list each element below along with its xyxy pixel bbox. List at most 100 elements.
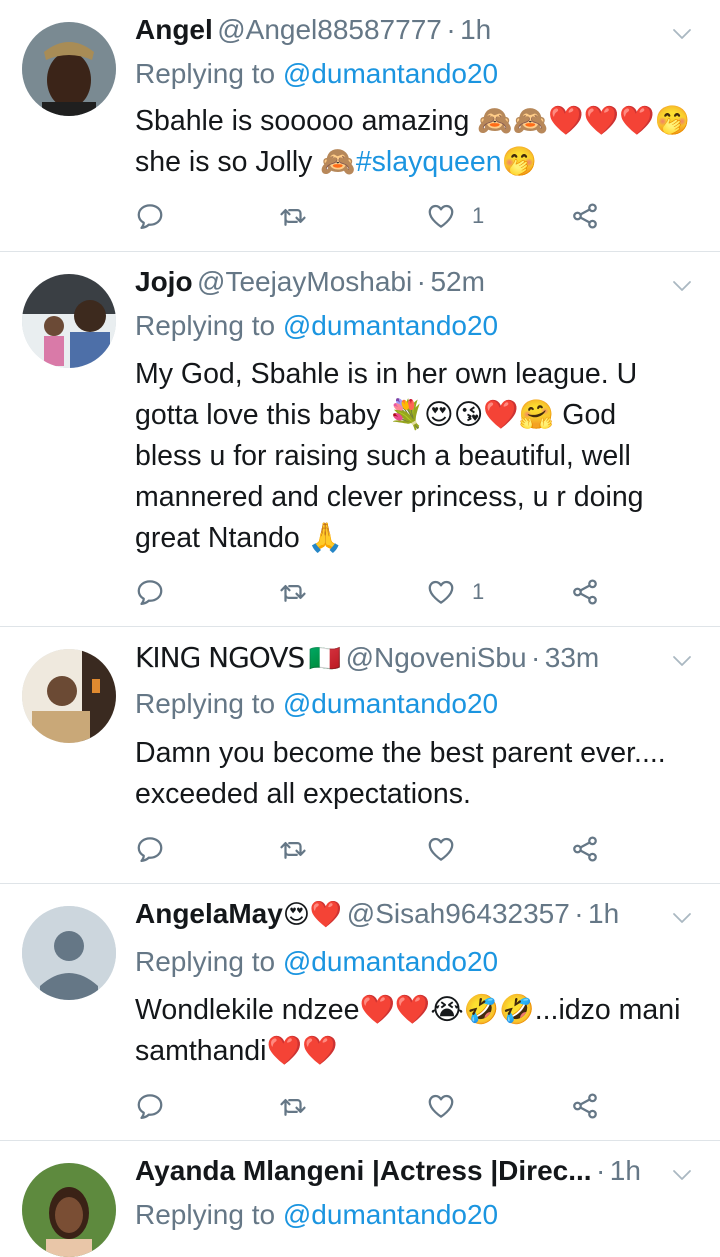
chevron-down-icon[interactable] bbox=[670, 22, 694, 46]
replying-to: Replying to @dumantando20 bbox=[135, 1199, 498, 1231]
retweet-icon bbox=[278, 834, 308, 864]
user-handle[interactable]: @Sisah96432357 bbox=[347, 898, 570, 929]
display-name[interactable]: Angel bbox=[135, 14, 213, 45]
display-name[interactable]: Jojo bbox=[135, 266, 193, 297]
share-icon bbox=[570, 1091, 600, 1121]
share-button[interactable] bbox=[570, 198, 600, 234]
timestamp[interactable]: 1h bbox=[588, 898, 619, 929]
text-line: bless u for raising such a beautiful, we… bbox=[135, 440, 631, 472]
reply-button[interactable] bbox=[135, 198, 165, 234]
avatar[interactable] bbox=[22, 22, 116, 116]
like-count: 1 bbox=[472, 203, 485, 228]
tweet[interactable]: AngelaMay😍❤️ @Sisah96432357 · 1h Replyin… bbox=[0, 884, 720, 1141]
tweet-actions: 1 bbox=[135, 574, 605, 610]
user-handle[interactable]: @Angel88587777 bbox=[217, 14, 442, 45]
mention-link[interactable]: @dumantando20 bbox=[283, 310, 498, 341]
avatar[interactable] bbox=[22, 274, 116, 368]
display-name[interactable]: Ayanda Mlangeni |Actress |Direc... bbox=[135, 1155, 592, 1186]
timestamp[interactable]: 33m bbox=[545, 642, 599, 673]
replying-to-label: Replying to bbox=[135, 58, 276, 89]
like-count: 1 bbox=[472, 579, 485, 604]
tweet-actions bbox=[135, 831, 605, 867]
timestamp[interactable]: 1h bbox=[610, 1155, 641, 1186]
tweet[interactable]: Angel @Angel88587777 · 1h Replying to @d… bbox=[0, 0, 720, 252]
text-line: exceeded all expectations. bbox=[135, 778, 471, 810]
text-line: Sbahle is sooooo amazing 🙈🙈❤️❤️❤️🤭 bbox=[135, 105, 691, 137]
reply-button[interactable] bbox=[135, 574, 165, 610]
reply-icon bbox=[135, 577, 165, 607]
tweet[interactable]: Jojo @TeejayMoshabi · 52m Replying to @d… bbox=[0, 252, 720, 627]
text-line: she is so Jolly 🙈#slayqueen🤭 bbox=[135, 142, 698, 183]
replying-to-label: Replying to bbox=[135, 946, 276, 977]
mention-link[interactable]: @dumantando20 bbox=[283, 1199, 498, 1230]
reply-icon bbox=[135, 201, 165, 231]
separator: · bbox=[446, 14, 456, 45]
avatar[interactable] bbox=[22, 649, 116, 743]
name-emoji: 😍❤️ bbox=[282, 899, 343, 929]
separator: · bbox=[416, 266, 426, 297]
text-line: great Ntando 🙏 bbox=[135, 522, 344, 554]
tweet-actions bbox=[135, 1088, 605, 1124]
share-button[interactable] bbox=[570, 831, 600, 867]
user-handle[interactable]: @NgoveniSbu bbox=[346, 642, 527, 673]
heart-icon bbox=[426, 1091, 456, 1121]
reply-button[interactable] bbox=[135, 1088, 165, 1124]
like-button[interactable]: 1 bbox=[426, 198, 484, 234]
share-icon bbox=[570, 201, 600, 231]
reply-icon bbox=[135, 834, 165, 864]
reply-icon bbox=[135, 1091, 165, 1121]
replying-to: Replying to @dumantando20 bbox=[135, 688, 498, 720]
retweet-button[interactable] bbox=[278, 831, 308, 867]
timestamp[interactable]: 52m bbox=[430, 266, 484, 297]
like-button[interactable] bbox=[426, 831, 472, 867]
tweet-header: KING NGOVS 🇮🇹 @NgoveniSbu · 33m bbox=[135, 641, 650, 685]
heart-icon bbox=[426, 577, 456, 607]
tweet[interactable]: Ayanda Mlangeni |Actress |Direc... · 1h … bbox=[0, 1141, 720, 1257]
reply-button[interactable] bbox=[135, 831, 165, 867]
text-line: samthandi❤️❤️ bbox=[135, 1035, 338, 1067]
chevron-down-icon[interactable] bbox=[670, 906, 694, 930]
chevron-down-icon[interactable] bbox=[670, 1163, 694, 1187]
tweet-text: Wondlekile ndzee❤️❤️😭🤣🤣...idzo mani samt… bbox=[135, 990, 698, 1072]
text-line: mannered and clever princess, u r doing bbox=[135, 481, 644, 513]
tweet-text: My God, Sbahle is in her own league. U g… bbox=[135, 354, 698, 559]
chevron-down-icon[interactable] bbox=[670, 649, 694, 673]
like-button[interactable] bbox=[426, 1088, 472, 1124]
tweet-header: AngelaMay😍❤️ @Sisah96432357 · 1h bbox=[135, 898, 650, 942]
timestamp[interactable]: 1h bbox=[460, 14, 491, 45]
replying-to-label: Replying to bbox=[135, 688, 276, 719]
replying-to-label: Replying to bbox=[135, 1199, 276, 1230]
default-avatar-icon bbox=[22, 906, 116, 1000]
avatar[interactable] bbox=[22, 906, 116, 1000]
mention-link[interactable]: @dumantando20 bbox=[283, 946, 498, 977]
retweet-icon bbox=[278, 577, 308, 607]
retweet-button[interactable] bbox=[278, 574, 308, 610]
display-name[interactable]: AngelaMay bbox=[135, 898, 283, 929]
text-segment: she is so Jolly 🙈 bbox=[135, 146, 356, 178]
text-line: Wondlekile ndzee❤️❤️😭🤣🤣...idzo mani bbox=[135, 994, 681, 1026]
like-button[interactable]: 1 bbox=[426, 574, 484, 610]
tweet-text: Sbahle is sooooo amazing 🙈🙈❤️❤️❤️🤭 she i… bbox=[135, 101, 698, 183]
separator: · bbox=[574, 898, 584, 929]
separator: · bbox=[596, 1155, 606, 1186]
retweet-button[interactable] bbox=[278, 1088, 308, 1124]
mention-link[interactable]: @dumantando20 bbox=[283, 58, 498, 89]
display-name[interactable]: KING NGOVS bbox=[135, 641, 305, 674]
tweet-header: Jojo @TeejayMoshabi · 52m bbox=[135, 266, 650, 310]
tweet[interactable]: KING NGOVS 🇮🇹 @NgoveniSbu · 33m Replying… bbox=[0, 627, 720, 884]
hashtag-link[interactable]: #slayqueen bbox=[356, 146, 502, 178]
chevron-down-icon[interactable] bbox=[670, 274, 694, 298]
text-line: My God, Sbahle is in her own league. U bbox=[135, 358, 638, 390]
share-button[interactable] bbox=[570, 574, 600, 610]
share-icon bbox=[570, 577, 600, 607]
flag-emoji: 🇮🇹 bbox=[308, 643, 342, 673]
mention-link[interactable]: @dumantando20 bbox=[283, 688, 498, 719]
separator: · bbox=[531, 642, 541, 673]
share-button[interactable] bbox=[570, 1088, 600, 1124]
text-line: gotta love this baby 💐😍😘❤️🤗 God bbox=[135, 399, 617, 431]
user-handle[interactable]: @TeejayMoshabi bbox=[197, 266, 412, 297]
retweet-button[interactable] bbox=[278, 198, 308, 234]
tweet-text: Damn you become the best parent ever....… bbox=[135, 733, 698, 815]
avatar[interactable] bbox=[22, 1163, 116, 1257]
heart-icon bbox=[426, 201, 456, 231]
